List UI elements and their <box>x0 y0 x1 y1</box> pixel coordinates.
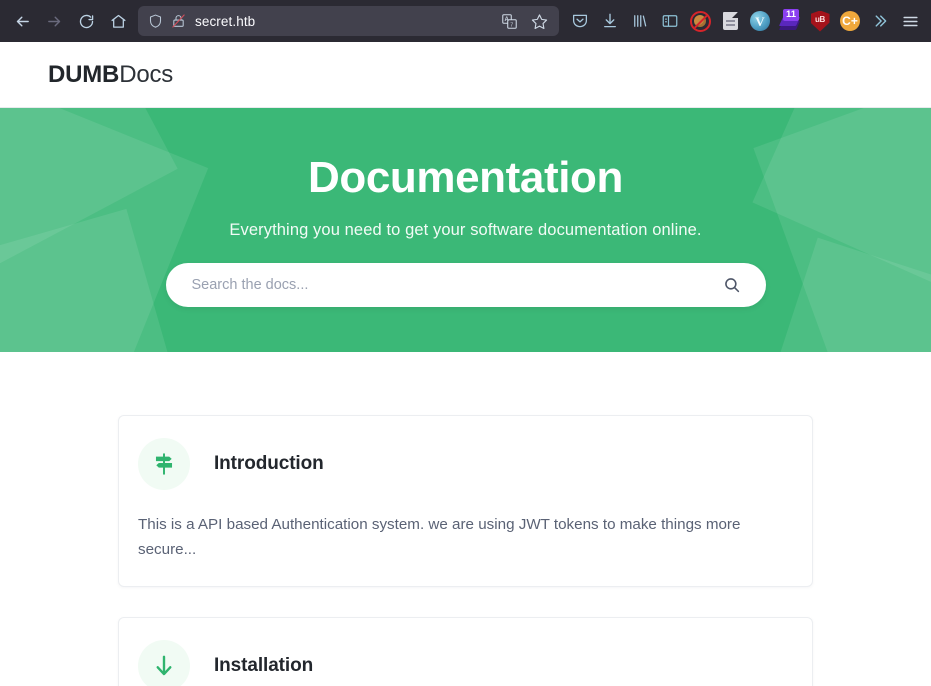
sidebar-toggle-icon[interactable] <box>655 6 685 36</box>
card-body-text: This is a API based Authentication syste… <box>138 516 741 558</box>
hero-subtitle: Everything you need to get your software… <box>229 220 702 239</box>
address-bar[interactable]: secret.htb A 7 <box>138 6 559 36</box>
home-icon <box>110 14 126 28</box>
wappalyzer-glyph: V <box>750 11 770 31</box>
foxyproxy-icon[interactable]: 11 <box>775 6 805 36</box>
cookie-editor-icon[interactable]: C+ <box>835 6 865 36</box>
cookie-shape <box>694 15 706 27</box>
browser-toolbar: secret.htb A 7 V 11 uB C+ <box>0 0 931 42</box>
doc-card-installation[interactable]: Installation <box>118 617 813 686</box>
cookie-blocker-glyph <box>689 10 711 32</box>
forward-button[interactable] <box>38 6 70 36</box>
translate-page-icon[interactable]: A 7 <box>495 8 523 34</box>
search-submit-button[interactable] <box>720 273 744 297</box>
docs-search-box[interactable] <box>165 262 766 307</box>
doc-card-introduction[interactable]: Introduction This is a API based Authent… <box>118 415 813 588</box>
card-title: Introduction <box>214 453 324 474</box>
signpost-icon <box>138 438 190 490</box>
ublock-shield-glyph: uB <box>810 10 830 32</box>
insecure-connection-lock-icon[interactable] <box>171 13 186 29</box>
logo-bold-text: DUMB <box>48 60 120 88</box>
page-document-glyph <box>722 12 738 30</box>
wappalyzer-icon[interactable]: V <box>745 6 775 36</box>
pocket-save-icon[interactable] <box>565 6 595 36</box>
docs-card-list: Introduction This is a API based Authent… <box>0 352 931 686</box>
logo-light-text: Docs <box>119 60 174 88</box>
hero-banner: Documentation Everything you need to get… <box>0 108 931 352</box>
arrow-left-icon <box>16 16 29 26</box>
hero-content: Documentation Everything you need to get… <box>0 108 931 307</box>
url-text: secret.htb <box>195 13 256 29</box>
cookie-editor-glyph: C+ <box>840 11 860 31</box>
download-arrow-glyph <box>156 655 172 676</box>
card-title: Installation <box>214 655 314 677</box>
downloads-icon[interactable] <box>595 6 625 36</box>
library-icon[interactable] <box>625 6 655 36</box>
tracking-protection-shield-icon[interactable] <box>148 13 163 29</box>
site-logo[interactable]: DUMBDocs <box>48 61 173 89</box>
site-header: DUMBDocs <box>0 42 931 108</box>
home-button[interactable] <box>102 6 134 36</box>
urlbar-actions: A 7 <box>495 8 553 34</box>
back-button[interactable] <box>6 6 38 36</box>
signpost-glyph <box>155 453 173 475</box>
foxyproxy-glyph: 11 <box>778 9 801 31</box>
ublock-origin-icon[interactable]: uB <box>805 6 835 36</box>
search-icon <box>724 277 739 292</box>
svg-text:7: 7 <box>510 22 513 28</box>
page-title: Documentation <box>307 153 624 202</box>
overflow-menu-icon[interactable] <box>865 6 895 36</box>
arrow-right-icon <box>47 16 60 26</box>
svg-text:A: A <box>504 17 509 23</box>
card-header: Installation <box>138 640 793 686</box>
foxyproxy-badge-count: 11 <box>783 9 800 22</box>
cookie-blocker-icon[interactable] <box>685 6 715 36</box>
bookmark-star-icon[interactable] <box>525 8 553 34</box>
reload-button[interactable] <box>70 6 102 36</box>
download-arrow-icon <box>138 640 190 686</box>
reload-icon <box>79 14 93 28</box>
search-input[interactable] <box>191 276 720 293</box>
card-header: Introduction <box>138 438 793 490</box>
app-menu-icon[interactable] <box>895 6 925 36</box>
page-reader-icon[interactable] <box>715 6 745 36</box>
extensions-toolbar: V 11 uB C+ <box>565 6 925 36</box>
